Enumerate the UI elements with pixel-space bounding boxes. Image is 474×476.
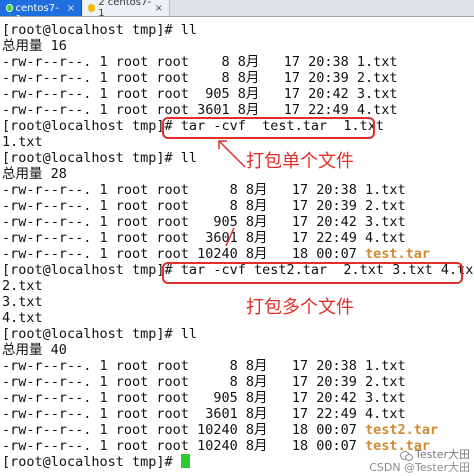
terminal-text: -rw-r--r--. 1 root root 8 8月 17 20:39 2.… <box>2 70 398 86</box>
terminal-line: -rw-r--r--. 1 root root 8 8月 17 20:39 2.… <box>2 70 398 86</box>
terminal-text: [root@localhost tmp]# ll <box>2 326 198 342</box>
terminal-cursor <box>180 454 190 468</box>
terminal-line: [root@localhost tmp]# ll <box>2 150 197 166</box>
terminal-line: 2.txt <box>2 278 43 294</box>
terminal-text: -rw-r--r--. 1 root root 8 8月 17 20:38 1.… <box>2 182 406 198</box>
terminal-line: 1.txt <box>2 134 43 150</box>
terminal-text: 总用量 28 <box>2 166 67 182</box>
terminal-text: [root@localhost tmp]# ll <box>2 150 198 166</box>
terminal-text: -rw-r--r--. 1 root root 905 8月 17 20:42 … <box>2 390 406 406</box>
terminal-line: 总用量 40 <box>2 342 67 358</box>
terminal-line: -rw-r--r--. 1 root root 8 8月 17 20:38 1.… <box>2 182 406 198</box>
terminal-text: -rw-r--r--. 1 root root 10240 8月 18 00:0… <box>2 246 365 262</box>
tab-label: 2 centos7-1 <box>98 0 151 19</box>
terminal-text: 总用量 16 <box>2 38 67 54</box>
terminal-line: -rw-r--r--. 1 root root 905 8月 17 20:42 … <box>2 214 406 230</box>
terminal-text: -rw-r--r--. 1 root root 905 8月 17 20:42 … <box>2 86 398 102</box>
terminal-text: [root@localhost tmp]# <box>2 454 181 470</box>
watermark-source: CSDN @Tester大田 <box>369 461 470 474</box>
terminal-text: -rw-r--r--. 1 root root 8 8月 17 20:38 1.… <box>2 54 398 70</box>
terminal-line: -rw-r--r--. 1 root root 3601 8月 17 22:49… <box>2 230 406 246</box>
terminal-line: -rw-r--r--. 1 root root 8 8月 17 20:39 2.… <box>2 198 406 214</box>
terminal-text: -rw-r--r--. 1 root root 10240 8月 18 00:0… <box>2 422 365 438</box>
terminal-text: -rw-r--r--. 1 root root 8 8月 17 20:39 2.… <box>2 198 406 214</box>
status-dot-icon <box>88 4 96 12</box>
terminal-text: [root@localhost tmp]# ll <box>2 22 198 38</box>
annotation-multiple-files: 打包多个文件 <box>246 297 354 318</box>
archive-filename: test2.tar <box>365 422 439 438</box>
terminal-text: 3.txt <box>2 294 43 310</box>
terminal-line: -rw-r--r--. 1 root root 10240 8月 18 00:0… <box>2 438 430 454</box>
terminal-text: -rw-r--r--. 1 root root 3601 8月 17 22:49… <box>2 406 406 422</box>
watermark: Tester大田 CSDN @Tester大田 <box>369 448 470 474</box>
wechat-icon <box>400 450 414 461</box>
annotation-single-file: 打包单个文件 <box>246 151 354 172</box>
terminal-text: 2.txt <box>2 278 43 294</box>
terminal-line: -rw-r--r--. 1 root root 10240 8月 18 00:0… <box>2 422 438 438</box>
terminal-line: [root@localhost tmp]# ll <box>2 22 197 38</box>
archive-filename: test.tar <box>365 246 431 262</box>
terminal-line: -rw-r--r--. 1 root root 8 8月 17 20:38 1.… <box>2 54 398 70</box>
close-icon[interactable]: × <box>67 3 75 14</box>
terminal-line: -rw-r--r--. 1 root root 905 8月 17 20:42 … <box>2 390 406 406</box>
terminal-text: -rw-r--r--. 1 root root 8 8月 17 20:39 2.… <box>2 374 406 390</box>
terminal-line: -rw-r--r--. 1 root root 8 8月 17 20:39 2.… <box>2 374 406 390</box>
terminal-text: -rw-r--r--. 1 root root 905 8月 17 20:42 … <box>2 214 406 230</box>
close-icon[interactable]: × <box>155 3 163 14</box>
terminal-line: 总用量 28 <box>2 166 67 182</box>
watermark-author: Tester大田 <box>415 448 470 461</box>
terminal-line: -rw-r--r--. 1 root root 3601 8月 17 22:49… <box>2 406 406 422</box>
terminal-text: -rw-r--r--. 1 root root 3601 8月 17 22:49… <box>2 230 406 246</box>
terminal-line: -rw-r--r--. 1 root root 3601 8月 17 22:49… <box>2 102 398 118</box>
terminal-text: -rw-r--r--. 1 root root 3601 8月 17 22:49… <box>2 102 398 118</box>
terminal-line: -rw-r--r--. 1 root root 10240 8月 18 00:0… <box>2 246 430 262</box>
terminal-line: -rw-r--r--. 1 root root 905 8月 17 20:42 … <box>2 86 398 102</box>
terminal-text: -rw-r--r--. 1 root root 8 8月 17 20:38 1.… <box>2 358 406 374</box>
status-dot-icon <box>6 4 13 12</box>
terminal-text: 4.txt <box>2 310 43 326</box>
tab-session-1[interactable]: 1 centos7-1 × <box>0 0 82 25</box>
terminal-line: -rw-r--r--. 1 root root 8 8月 17 20:38 1.… <box>2 358 406 374</box>
annotation-arrow-multiple <box>225 227 235 247</box>
terminal-text: -rw-r--r--. 1 root root 10240 8月 18 00:0… <box>2 438 365 454</box>
terminal-line: 4.txt <box>2 310 43 326</box>
tab-session-2[interactable]: 2 centos7-1 × <box>82 0 170 19</box>
terminal-text: 总用量 40 <box>2 342 67 358</box>
terminal-line: [root@localhost tmp]# <box>2 454 190 470</box>
terminal-line: 3.txt <box>2 294 43 310</box>
terminal-line: 总用量 16 <box>2 38 67 54</box>
terminal-line: [root@localhost tmp]# ll <box>2 326 197 342</box>
highlight-box-multiple <box>162 262 463 284</box>
terminal-text: 1.txt <box>2 134 43 150</box>
tab-bar: 1 centos7-1 × 2 centos7-1 × <box>0 0 474 25</box>
